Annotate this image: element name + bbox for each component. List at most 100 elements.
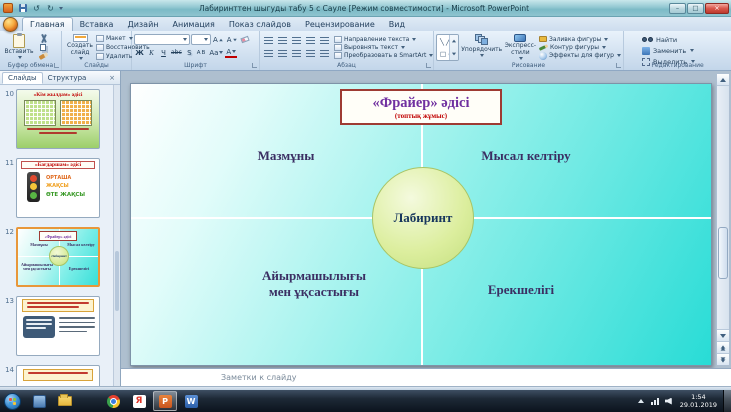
tab-design[interactable]: Дизайн (120, 18, 165, 31)
align-center-button[interactable] (276, 48, 289, 59)
slide-canvas[interactable]: «Фрайер» әдісі (топтық жұмыс) Мазмұны Мы… (130, 83, 712, 366)
convert-smartart-button[interactable]: Преобразовать в SmartArt (334, 52, 433, 60)
reset-icon (96, 44, 104, 51)
change-case-button[interactable]: Аа (208, 47, 224, 58)
next-slide-button[interactable] (717, 353, 729, 365)
group-label-editing: Редактирование (624, 62, 731, 69)
quadrant-label-differences[interactable]: Айырмашылығы мен ұқсастығы (258, 268, 370, 301)
tab-slides-pane[interactable]: Слайды (2, 72, 43, 84)
shape-fill-button[interactable]: Заливка фигуры (539, 35, 621, 43)
tab-review[interactable]: Рецензирование (298, 18, 382, 31)
cut-button[interactable] (36, 34, 50, 43)
tray-expand-icon[interactable] (638, 399, 644, 403)
columns-button[interactable] (318, 48, 331, 59)
maximize-button[interactable]: □ (687, 3, 704, 14)
slide-thumbnail-10[interactable]: 10 «Кім жылдам» әдісі (0, 89, 113, 149)
taskbar-explorer-button[interactable] (53, 391, 77, 411)
panel-scrollbar-thumb[interactable] (115, 251, 119, 311)
quadrant-label-features[interactable]: Ерекшелігі (451, 282, 591, 298)
minimize-button[interactable]: – (669, 3, 686, 14)
thumb-slide-title: «Кім жылдам» әдісі (17, 90, 99, 98)
tab-slideshow[interactable]: Показ слайдов (222, 18, 298, 31)
align-text-button[interactable]: Выровнять текст (334, 43, 433, 51)
taskbar-yandex-button[interactable]: Я (127, 391, 151, 411)
start-button[interactable] (4, 393, 21, 410)
align-right-button[interactable] (290, 48, 303, 59)
justify-button[interactable] (304, 48, 317, 59)
clear-formatting-button[interactable] (240, 34, 251, 45)
shapes-gallery-scroll[interactable] (449, 35, 458, 60)
save-button[interactable] (16, 2, 29, 14)
copy-button[interactable] (36, 44, 50, 52)
tab-view[interactable]: Вид (382, 18, 412, 31)
previous-slide-button[interactable] (717, 341, 729, 353)
align-left-button[interactable] (262, 48, 275, 59)
taskbar-word-button[interactable]: W (179, 391, 203, 411)
taskbar-app-button[interactable] (27, 391, 51, 411)
tab-insert[interactable]: Вставка (73, 18, 121, 31)
dialog-launcher-icon[interactable] (616, 63, 621, 68)
replace-button[interactable]: Заменить (626, 45, 729, 56)
strikethrough-button[interactable]: abc (170, 47, 183, 58)
underline-button[interactable]: Ч (158, 47, 169, 58)
quadrant-label-example[interactable]: Мысал келтіру (456, 148, 596, 164)
network-icon[interactable] (651, 398, 659, 405)
paste-button[interactable]: Вставить (2, 33, 36, 60)
format-painter-button[interactable] (36, 53, 50, 61)
font-color-button[interactable]: А (225, 48, 237, 58)
scrollbar-track[interactable] (717, 86, 729, 329)
redo-button[interactable]: ↻ (44, 2, 57, 14)
volume-icon[interactable] (665, 398, 672, 405)
text-direction-button[interactable]: Направление текста (334, 35, 433, 43)
office-button[interactable] (3, 17, 18, 32)
center-circle[interactable]: Лабиринт (372, 167, 474, 269)
shape-outline-button[interactable]: Контур фигуры (539, 43, 621, 51)
shapes-gallery[interactable]: ╲ ╱ ─ ┐ □ ○ △ ◇ ☆ (436, 34, 459, 61)
tray-clock[interactable]: 1:54 29.01.2019 (680, 393, 717, 410)
tab-animation[interactable]: Анимация (166, 18, 222, 31)
slide-thumbnail-14[interactable]: 14 (0, 365, 113, 386)
slide-thumbnail-12-selected[interactable]: 12 «Фрайер» әдісі Мазмұны Мысал келтіру … (0, 227, 113, 287)
shrink-font-button[interactable]: А (226, 34, 239, 45)
bullets-button[interactable] (262, 35, 275, 46)
close-button[interactable]: × (705, 3, 729, 14)
quick-styles-button[interactable]: Экспресс-стили (505, 33, 536, 60)
increase-indent-button[interactable] (304, 35, 317, 46)
italic-button[interactable]: К (146, 47, 157, 58)
character-spacing-button[interactable]: АВ (196, 47, 208, 58)
slide-thumbnail-11[interactable]: 11 «Бағдаршам» әдісі ОРТАША ЖАҚСЫ ӨТЕ ЖА… (0, 158, 113, 218)
line-spacing-button[interactable] (318, 35, 331, 46)
undo-button[interactable]: ↺ (30, 2, 43, 14)
vertical-scrollbar[interactable] (716, 73, 730, 366)
new-slide-button[interactable]: Создать слайд (64, 33, 96, 60)
find-button[interactable]: Найти (626, 34, 729, 45)
slide-title-box[interactable]: «Фрайер» әдісі (топтық жұмыс) (340, 89, 502, 125)
thumb-title-box (23, 369, 93, 381)
arrange-button[interactable]: Упорядочить (462, 33, 502, 60)
panel-scrollbar[interactable] (113, 85, 120, 386)
bold-button[interactable]: Ж (134, 47, 145, 58)
taskbar-chrome-button[interactable] (101, 391, 125, 411)
scrollbar-thumb[interactable] (718, 227, 728, 279)
scroll-down-button[interactable] (717, 329, 729, 341)
text-shadow-button[interactable]: S (184, 47, 195, 58)
decrease-indent-button[interactable] (290, 35, 303, 46)
font-name-combo[interactable] (134, 34, 190, 45)
notes-pane[interactable]: Заметки к слайду (121, 368, 731, 386)
scroll-up-button[interactable] (717, 74, 729, 86)
grow-font-button[interactable]: А (212, 34, 225, 45)
shape-effects-button[interactable]: Эффекты для фигур (539, 52, 621, 60)
slide-thumbnail-13[interactable]: 13 (0, 296, 113, 356)
numbering-button[interactable] (276, 35, 289, 46)
dialog-launcher-icon[interactable] (54, 63, 59, 68)
show-desktop-button[interactable] (723, 390, 731, 412)
font-size-combo[interactable] (191, 34, 211, 45)
close-pane-icon[interactable]: × (106, 74, 118, 82)
taskbar-powerpoint-button-active[interactable]: P (153, 391, 177, 411)
double-chevron-down-icon (720, 358, 726, 362)
tab-outline-pane[interactable]: Структура (43, 72, 92, 84)
dialog-launcher-icon[interactable] (252, 63, 257, 68)
quadrant-label-content[interactable]: Мазмұны (216, 148, 356, 164)
tab-home[interactable]: Главная (22, 17, 73, 31)
dialog-launcher-icon[interactable] (426, 63, 431, 68)
